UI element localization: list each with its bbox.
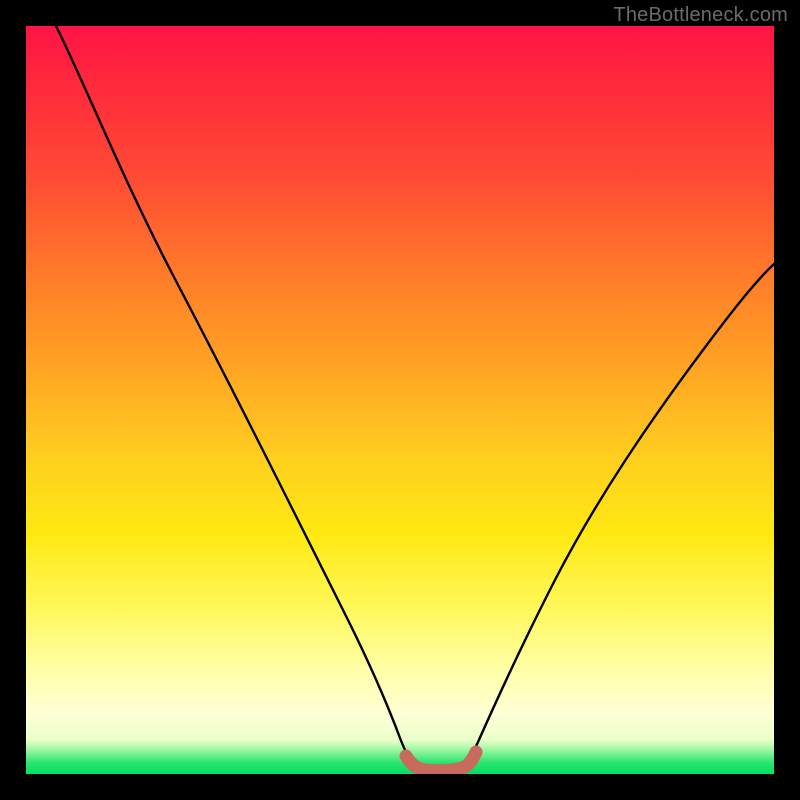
chart-frame: TheBottleneck.com [0, 0, 800, 800]
optimal-zone-highlight [406, 752, 476, 771]
bottleneck-curve [56, 26, 774, 768]
watermark-text: TheBottleneck.com [613, 4, 788, 27]
plot-area [26, 26, 774, 774]
plot-svg [26, 26, 774, 774]
